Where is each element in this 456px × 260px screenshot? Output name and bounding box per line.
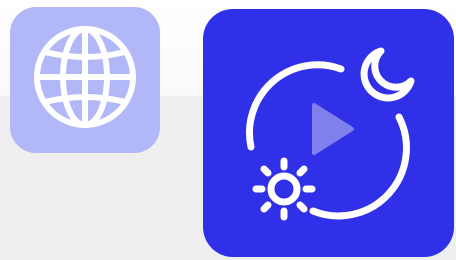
moon-icon bbox=[360, 47, 415, 102]
globe-app-tile[interactable] bbox=[10, 7, 160, 153]
sun-icon bbox=[252, 157, 316, 221]
day-night-media-app-tile[interactable] bbox=[203, 9, 454, 257]
globe-icon bbox=[34, 26, 136, 128]
day-night-play-icon bbox=[246, 47, 415, 221]
play-icon bbox=[312, 103, 354, 155]
